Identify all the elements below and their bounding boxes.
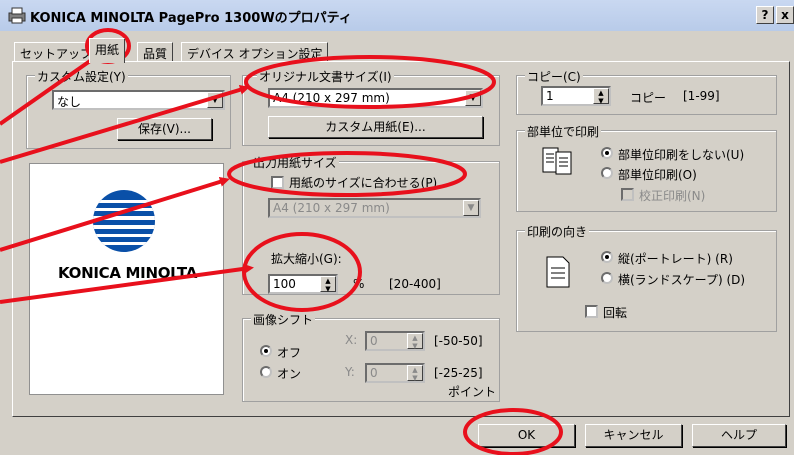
- no-collate-label: 部単位印刷をしない(U): [618, 148, 745, 162]
- shift-y-value: 0: [370, 366, 378, 380]
- spin-arrows-icon[interactable]: ▲ ▼: [320, 276, 336, 293]
- shift-x-label: X:: [345, 333, 358, 347]
- zoom-range: [20-400]: [389, 277, 441, 291]
- printer-icon: [8, 7, 26, 24]
- tab-quality[interactable]: 品質: [137, 42, 174, 62]
- collate-radio[interactable]: [601, 167, 613, 179]
- collate-icon: [542, 147, 572, 175]
- konica-minolta-logo-icon: [93, 190, 155, 252]
- shift-on-label: オン: [277, 367, 302, 381]
- original-size-select[interactable]: A4 (210 x 297 mm) ▼: [268, 88, 483, 108]
- rotate-checkbox[interactable]: [585, 305, 598, 318]
- tab-paper[interactable]: 用紙: [89, 38, 126, 63]
- zoom-value: 100: [273, 277, 296, 291]
- shift-x-value: 0: [370, 334, 378, 348]
- landscape-label: 横(ランドスケープ) (D): [618, 273, 746, 287]
- no-collate-radio[interactable]: [601, 147, 613, 159]
- output-size-value: A4 (210 x 297 mm): [273, 201, 390, 215]
- proof-print-label: 校正印刷(N): [639, 189, 706, 203]
- chevron-down-icon[interactable]: ▼: [207, 92, 223, 108]
- tab-device-options[interactable]: デバイス オプション設定: [181, 42, 329, 62]
- shift-y-range: [-25-25]: [434, 366, 483, 380]
- rotate-label: 回転: [603, 306, 628, 320]
- zoom-input[interactable]: 100 ▲ ▼: [268, 274, 338, 294]
- spin-arrows-icon[interactable]: ▲ ▼: [407, 333, 423, 350]
- fit-paper-checkbox[interactable]: [271, 176, 284, 189]
- orientation-label: 印刷の向き: [525, 223, 590, 240]
- custom-paper-button[interactable]: カスタム用紙(E)...: [268, 116, 483, 138]
- logo-text: KONICA MINOLTA: [57, 264, 198, 282]
- output-size-group: 出力用紙サイズ 用紙のサイズに合わせる(P) A4 (210 x 297 mm)…: [242, 154, 500, 295]
- ok-button[interactable]: OK: [478, 424, 575, 447]
- shift-off-label: オフ: [277, 346, 302, 360]
- title-bar: KONICA MINOLTA PagePro 1300Wのプロパティ ? x: [0, 0, 794, 31]
- custom-settings-group: カスタム設定(Y) なし ▼ 保存(V)...: [26, 68, 231, 149]
- output-size-select[interactable]: A4 (210 x 297 mm) ▼: [268, 198, 481, 218]
- image-shift-group: 画像シフト オフ オン X: 0 ▲ ▼ [-50-50] Y: 0 ▲ ▼ [-2…: [242, 311, 500, 402]
- custom-settings-select[interactable]: なし ▼: [52, 90, 225, 110]
- collate-group: 部単位で印刷 部単位印刷をしない(U) 部単位印刷(O) 校正印刷(N): [516, 123, 777, 212]
- window-title: KONICA MINOLTA PagePro 1300Wのプロパティ: [30, 11, 352, 26]
- shift-x-input[interactable]: 0 ▲ ▼: [365, 331, 425, 351]
- shift-unit: ポイント: [448, 385, 497, 399]
- copies-value: 1: [546, 89, 554, 103]
- chevron-down-icon[interactable]: ▼: [463, 200, 479, 216]
- copies-group: コピー(C) 1 ▲ ▼ コピー [1-99]: [516, 68, 777, 115]
- image-shift-label: 画像シフト: [251, 311, 316, 328]
- portrait-radio[interactable]: [601, 251, 613, 263]
- portrait-label: 縦(ポートレート) (R): [618, 252, 733, 266]
- original-size-group: オリジナル文書サイズ(I) A4 (210 x 297 mm) ▼ カスタム用紙…: [242, 68, 500, 146]
- tab-setup[interactable]: セットアップ: [14, 42, 99, 62]
- copies-range: [1-99]: [683, 89, 720, 103]
- original-size-value: A4 (210 x 297 mm): [273, 91, 390, 105]
- shift-on-radio[interactable]: [260, 366, 272, 378]
- output-size-label: 出力用紙サイズ: [251, 154, 339, 171]
- chevron-down-icon[interactable]: ▼: [465, 90, 481, 106]
- shift-y-input[interactable]: 0 ▲ ▼: [365, 363, 425, 383]
- logo-panel: KONICA MINOLTA: [29, 163, 224, 395]
- collate-label: 部単位で印刷: [525, 123, 602, 140]
- landscape-radio[interactable]: [601, 272, 613, 284]
- custom-settings-label: カスタム設定(Y): [35, 68, 128, 85]
- original-size-label: オリジナル文書サイズ(I): [257, 68, 394, 85]
- shift-off-radio[interactable]: [260, 345, 272, 357]
- spin-arrows-icon[interactable]: ▲ ▼: [593, 88, 609, 105]
- zoom-label: 拡大縮小(G):: [271, 252, 342, 266]
- custom-settings-value: なし: [57, 95, 82, 109]
- save-button[interactable]: 保存(V)...: [117, 118, 212, 140]
- spin-arrows-icon[interactable]: ▲ ▼: [407, 365, 423, 382]
- shift-y-label: Y:: [345, 365, 355, 379]
- fit-paper-label: 用紙のサイズに合わせる(P): [289, 176, 438, 190]
- shift-x-range: [-50-50]: [434, 334, 483, 348]
- zoom-unit: %: [353, 277, 365, 291]
- copies-label: コピー(C): [525, 68, 583, 85]
- orientation-group: 印刷の向き 縦(ポートレート) (R) 横(ランドスケープ) (D) 回転: [516, 223, 777, 332]
- collate-option-label: 部単位印刷(O): [618, 168, 697, 182]
- close-title-button[interactable]: x: [776, 6, 794, 24]
- copies-input[interactable]: 1 ▲ ▼: [541, 86, 611, 106]
- help-button[interactable]: ヘルプ: [692, 424, 786, 447]
- proof-print-checkbox[interactable]: [621, 188, 634, 201]
- portrait-page-icon: [546, 256, 570, 288]
- copies-unit: コピー: [630, 91, 667, 105]
- cancel-button[interactable]: キャンセル: [585, 424, 682, 447]
- help-title-button[interactable]: ?: [756, 6, 774, 24]
